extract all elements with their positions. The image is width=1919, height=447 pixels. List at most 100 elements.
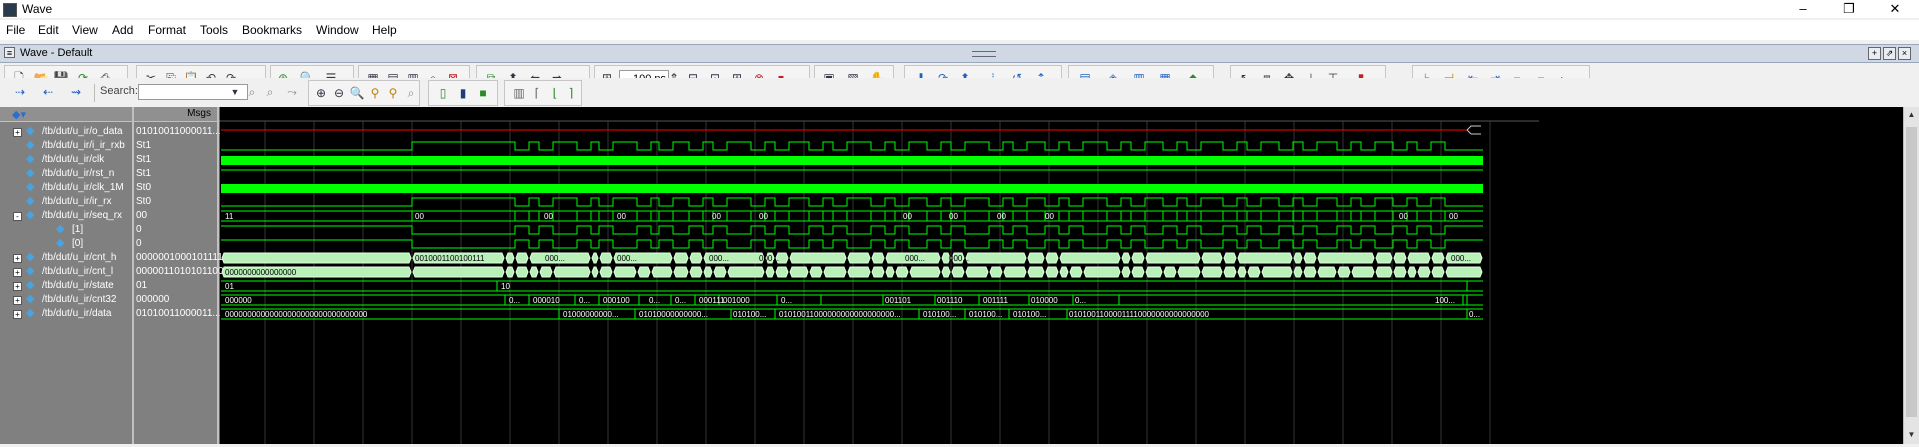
signal-name[interactable]: /tb/dut/u_ir/cnt_h (42, 252, 117, 263)
time-mode-icon[interactable]: ⇝ (68, 84, 84, 100)
cnt-h-wave-segment (965, 252, 1027, 264)
signal-name[interactable]: /tb/dut/u_ir/cnt_l (42, 266, 113, 277)
expand-icon[interactable]: + (13, 128, 22, 137)
cnt32-wave-label: 001110 (937, 296, 963, 305)
signal-type-icon: ◆ (26, 153, 35, 165)
signal-name[interactable]: /tb/dut/u_ir/cnt32 (42, 294, 117, 305)
menu-tools[interactable]: Tools (200, 23, 228, 37)
cnt-l-wave-segment (412, 266, 505, 278)
signal-name[interactable]: [1] (72, 224, 83, 235)
signal-row[interactable]: + ◆ /tb/dut/u_ir/cnt_h (0, 251, 132, 265)
toolbar-row-2b: ⊕ ⊖ 🔍 ⚲ ⚲ ⌕ ▯ ▮ ■ ▥ ⌈ ⌊ ⌉ (304, 78, 1304, 106)
pane-dock-icon[interactable]: + (1868, 47, 1881, 60)
waveform-pane[interactable]: 11 00 00 00 00 00 00 00 00 00 00 00 0010001100100111… (218, 107, 1919, 444)
signal-value: 0 (136, 224, 142, 235)
vertical-scrollbar[interactable]: ▲ ▼ (1903, 107, 1919, 444)
signal-row[interactable]: ◆ /tb/dut/u_ir/rst_n (0, 167, 132, 181)
collapse-time-icon[interactable]: ⇠ (40, 84, 56, 100)
edge-4-icon[interactable]: ⌉ (563, 85, 579, 101)
scroll-up-icon[interactable]: ▲ (1906, 109, 1917, 120)
window-title: Wave (22, 2, 53, 16)
zoom-full-icon[interactable]: 🔍 (349, 85, 365, 101)
wave-display-1-icon[interactable]: ▯ (435, 85, 451, 101)
cnt-h-wave-label: 000... (1451, 254, 1471, 263)
scroll-thumb[interactable] (1906, 127, 1917, 417)
signal-name[interactable]: /tb/dut/u_ir/data (42, 308, 112, 319)
expand-time-icon[interactable]: ⇢ (12, 84, 28, 100)
cnt-h-wave-segment (1201, 252, 1223, 264)
cnt-h-wave-label: 000... (949, 254, 969, 263)
search-next-icon[interactable]: ⌕ (262, 84, 278, 100)
search-options-icon[interactable]: ⤳ (284, 84, 300, 100)
cnt-l-wave-segment (1045, 266, 1059, 278)
signal-row[interactable]: ◆ /tb/dut/u_ir/clk (0, 153, 132, 167)
menu-bookmarks[interactable]: Bookmarks (242, 23, 302, 37)
zoom-out-icon[interactable]: ⊖ (331, 85, 347, 101)
signal-row[interactable]: + ◆ /tb/dut/u_ir/data (0, 307, 132, 321)
signal-name[interactable]: /tb/dut/u_ir/rst_n (42, 168, 114, 179)
names-header-icon[interactable]: ◆▾ (12, 108, 26, 121)
minimize-button[interactable]: – (1780, 0, 1826, 18)
restore-button[interactable]: ❐ (1826, 0, 1872, 18)
scroll-down-icon[interactable]: ▼ (1906, 429, 1917, 440)
signal-row[interactable]: + ◆ /tb/dut/u_ir/cnt32 (0, 293, 132, 307)
menu-file[interactable]: File (6, 23, 25, 37)
pane-close-icon[interactable]: × (1898, 47, 1911, 60)
o-data-transition (1466, 125, 1481, 135)
cnt-l-wave-label: 0000000000000000 (225, 268, 297, 277)
signal-row[interactable]: ◆ /tb/dut/u_ir/clk_1M (0, 181, 132, 195)
edge-2-icon[interactable]: ⌈ (529, 85, 545, 101)
signal-row[interactable]: - ◆ /tb/dut/u_ir/seq_rx (0, 209, 132, 223)
signal-name[interactable]: /tb/dut/u_ir/clk (42, 154, 104, 165)
expand-icon[interactable]: + (13, 254, 22, 263)
cnt-l-wave-segment (539, 266, 553, 278)
cnt-h-wave-segment (1121, 252, 1131, 264)
wave-display-3-icon[interactable]: ■ (475, 85, 491, 101)
cnt-l-wave-segment (727, 266, 765, 278)
cnt-h-wave-segment (1431, 252, 1445, 264)
wave-display-2-icon[interactable]: ▮ (455, 85, 471, 101)
signal-row[interactable]: + ◆ /tb/dut/u_ir/o_data (0, 125, 132, 139)
signal-name[interactable]: /tb/dut/u_ir/seq_rx (42, 210, 122, 221)
zoom-cursor-icon[interactable]: ⚲ (367, 85, 383, 101)
pane-menu-icon[interactable]: ≡ (4, 47, 15, 58)
pane-drag-grip[interactable] (972, 51, 996, 57)
collapse-icon[interactable]: - (13, 212, 22, 221)
signal-row[interactable]: ◆ /tb/dut/u_ir/i_ir_rxb (0, 139, 132, 153)
expand-icon[interactable]: + (13, 268, 22, 277)
signal-row[interactable]: ◆ [1] (0, 223, 132, 237)
cnt-h-wave-segment (1145, 252, 1201, 264)
menu-view[interactable]: View (72, 23, 98, 37)
close-button[interactable]: ✕ (1872, 0, 1918, 18)
menu-format[interactable]: Format (148, 23, 186, 37)
menu-window[interactable]: Window (316, 23, 359, 37)
search-dropdown-icon[interactable]: ▼ (230, 84, 240, 100)
signal-name[interactable]: /tb/dut/u_ir/ir_rx (42, 196, 111, 207)
signal-row[interactable]: + ◆ /tb/dut/u_ir/cnt_l (0, 265, 132, 279)
signal-name[interactable]: /tb/dut/u_ir/state (42, 280, 114, 291)
expand-icon[interactable]: + (13, 282, 22, 291)
expand-icon[interactable]: + (13, 296, 22, 305)
signal-name[interactable]: /tb/dut/u_ir/clk_1M (42, 182, 124, 193)
search-prev-icon[interactable]: ⌕ (244, 84, 260, 100)
edge-1-icon[interactable]: ▥ (511, 85, 527, 101)
pane-undock-icon[interactable]: ⇗ (1883, 47, 1896, 60)
signal-row[interactable]: ◆ [0] (0, 237, 132, 251)
menu-edit[interactable]: Edit (38, 23, 59, 37)
cnt-l-wave-segment (775, 266, 789, 278)
edge-3-icon[interactable]: ⌊ (547, 85, 563, 101)
expand-icon[interactable]: + (13, 310, 22, 319)
signal-row[interactable]: + ◆ /tb/dut/u_ir/state (0, 279, 132, 293)
menu-add[interactable]: Add (112, 23, 133, 37)
zoom-range-icon[interactable]: ⌕ (403, 85, 419, 101)
msgs-header: Msgs (134, 107, 217, 122)
cnt-h-wave-segment (1237, 252, 1293, 264)
signal-row[interactable]: ◆ /tb/dut/u_ir/ir_rx (0, 195, 132, 209)
zoom-in-icon[interactable]: ⊕ (313, 85, 329, 101)
signal-name[interactable]: /tb/dut/u_ir/o_data (42, 126, 123, 137)
menu-help[interactable]: Help (372, 23, 397, 37)
waveform-canvas[interactable]: 11 00 00 00 00 00 00 00 00 00 00 000010001100100111… (218, 107, 1903, 444)
signal-name[interactable]: /tb/dut/u_ir/i_ir_rxb (42, 140, 125, 151)
signal-name[interactable]: [0] (72, 238, 83, 249)
zoom-last-icon[interactable]: ⚲ (385, 85, 401, 101)
